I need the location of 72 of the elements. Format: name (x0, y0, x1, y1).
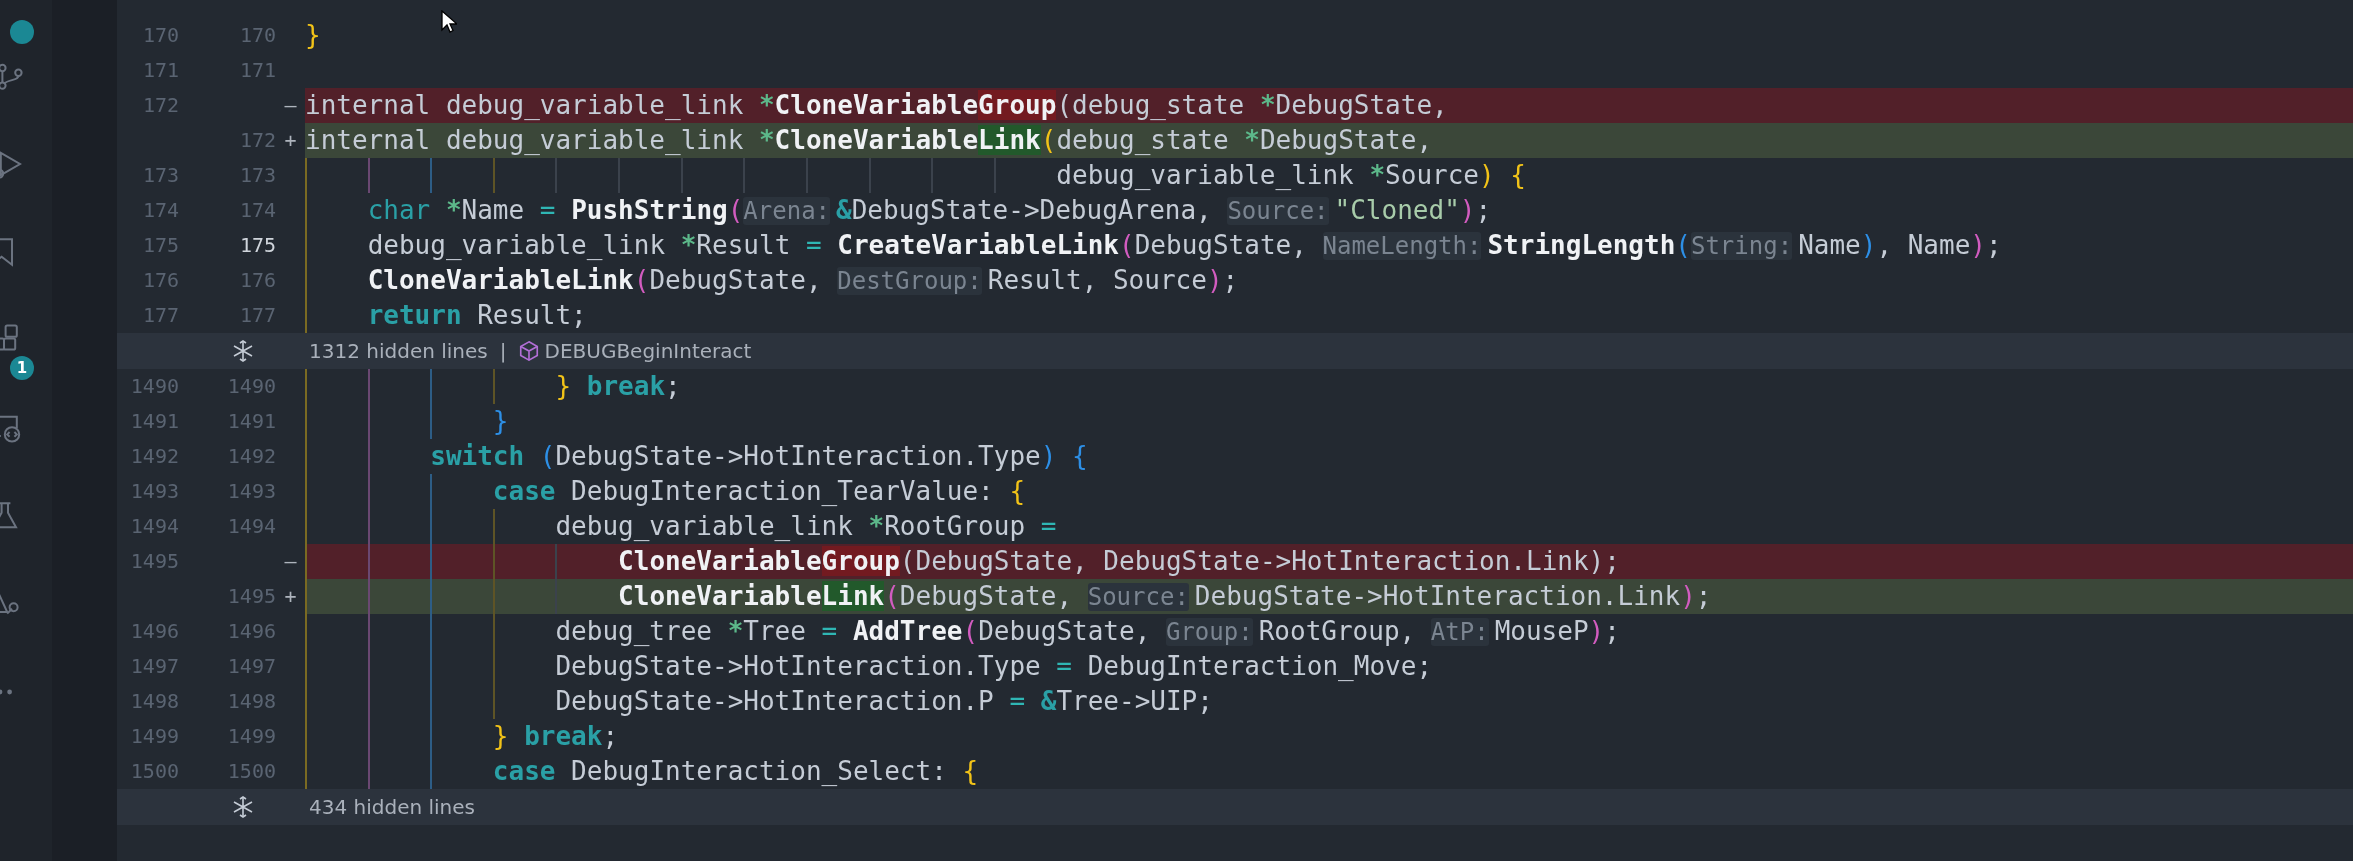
line-number: 173 (239, 163, 276, 187)
separator-text: | (499, 339, 507, 363)
line-number: 1493 (130, 479, 179, 503)
diff-sign: + (284, 584, 297, 608)
code-line: } (492, 406, 509, 436)
code-line: DebugState->HotInteraction.P = &Tree->UIP; (555, 686, 1213, 716)
line-number: 1499 (130, 724, 179, 748)
code-line: } (305, 20, 321, 50)
line-number: 1491 (130, 409, 179, 433)
hidden-lines-label[interactable]: 1312 hidden lines (309, 339, 488, 363)
hidden-lines-label[interactable]: 434 hidden lines (309, 795, 475, 819)
code-line: debug_variable_link *RootGroup = (555, 511, 1057, 541)
diff-sign: — (284, 549, 297, 573)
line-number: 174 (239, 198, 276, 222)
line-number: 1495 (130, 549, 179, 573)
code-line: case DebugInteraction_Select: { (492, 756, 979, 786)
line-number: 176 (142, 268, 179, 292)
code-line: } break; (555, 371, 681, 401)
line-number: 177 (239, 303, 276, 327)
line-number: 170 (142, 23, 179, 47)
line-number: 1495 (227, 584, 276, 608)
line-number: 1497 (227, 654, 276, 678)
unfold-icon[interactable] (231, 339, 255, 363)
line-number: 1500 (130, 759, 179, 783)
cube-icon (518, 340, 541, 362)
line-number: 1494 (227, 514, 276, 538)
line-number: 172 (142, 93, 179, 117)
code-line: } break; (492, 721, 619, 751)
diff-sign: — (284, 93, 297, 117)
line-number: 1496 (227, 619, 276, 643)
line-number: 1500 (227, 759, 276, 783)
code-line: CloneVariableLink(DebugState, DestGroup: Result, Source); (367, 265, 1239, 295)
line-number: 1492 (227, 444, 276, 468)
line-number: 1493 (227, 479, 276, 503)
code-line: switch (DebugState->HotInteraction.Type) { (430, 441, 1088, 471)
symbol-name[interactable]: DEBUGBeginInteract (544, 339, 752, 363)
code-line: debug_variable_link *Result = CreateVariableLink(DebugState, NameLength: StringLength(String: Name), Name); (367, 230, 2002, 260)
code-line: char *Name = PushString(Arena: &DebugState->DebugArena, Source: "Cloned"); (367, 195, 1492, 225)
line-number: 171 (239, 58, 276, 82)
line-number: 1491 (227, 409, 276, 433)
code-line: internal debug_variable_link *CloneVariableGroup(debug_state *DebugState, (305, 90, 1448, 120)
line-number: 177 (142, 303, 179, 327)
code-line: CloneVariableLink(DebugState, Source: DebugState->HotInteraction.Link); (618, 581, 1712, 611)
line-number: 175 (142, 233, 179, 257)
code-line: internal debug_variable_link *CloneVariableLink(debug_state *DebugState, (305, 125, 1433, 155)
mouse-cursor-icon (441, 10, 457, 34)
line-number: 171 (142, 58, 179, 82)
line-number: 1499 (227, 724, 276, 748)
line-number: 1490 (130, 374, 179, 398)
line-number: 175 (239, 233, 276, 257)
badge-dot (10, 20, 34, 44)
line-number: 1490 (227, 374, 276, 398)
line-number: 172 (239, 128, 276, 152)
line-number: 1496 (130, 619, 179, 643)
code-line: case DebugInteraction_TearValue: { (492, 476, 1026, 506)
line-number: 170 (239, 23, 276, 47)
line-number: 174 (142, 198, 179, 222)
code-line: DebugState->HotInteraction.Type = DebugInteraction_Move; (555, 651, 1433, 681)
code-line: return Result; (367, 300, 587, 330)
count-badge: 1 (10, 356, 34, 380)
code-line: CloneVariableGroup(DebugState, DebugState->HotInteraction.Link); (618, 546, 1620, 576)
line-number: 1494 (130, 514, 179, 538)
line-number: 1498 (227, 689, 276, 713)
code-line: debug_variable_link *Source) { (1056, 160, 1526, 190)
line-number: 1492 (130, 444, 179, 468)
line-number: 1498 (130, 689, 179, 713)
line-number: 176 (239, 268, 276, 292)
line-number: 173 (142, 163, 179, 187)
diff-sign: + (284, 128, 297, 152)
code-line: debug_tree *Tree = AddTree(DebugState, Group: RootGroup, AtP: MouseP); (555, 616, 1620, 646)
unfold-icon[interactable] (231, 795, 255, 819)
line-number: 1497 (130, 654, 179, 678)
